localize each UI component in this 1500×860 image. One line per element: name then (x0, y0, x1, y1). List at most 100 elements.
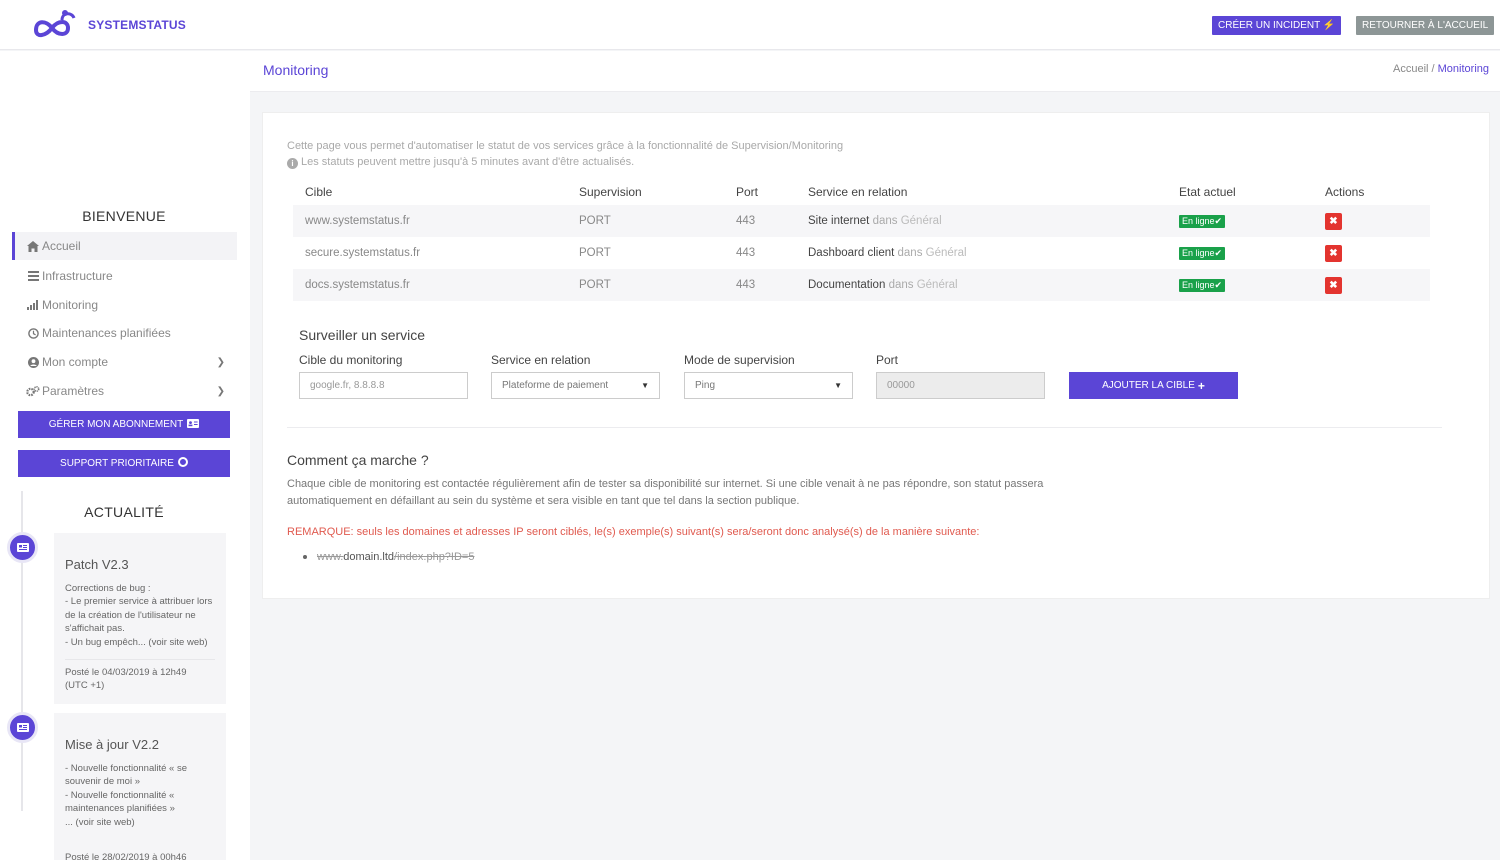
how-it-works-title: Comment ça marche ? (287, 452, 429, 468)
news-item-title: Mise à jour V2.2 (65, 737, 159, 752)
priority-support-button[interactable]: SUPPORT PRIORITAIRE (18, 450, 230, 477)
home-icon (26, 240, 40, 252)
intro-text: Cette page vous permet d'automatiser le … (287, 138, 843, 170)
caret-down-icon: ▼ (641, 381, 649, 390)
sidebar-item-label: Infrastructure (42, 269, 113, 283)
back-home-button[interactable]: RETOURNER À L'ACCUEIL (1356, 16, 1495, 35)
sidebar-item-infrastructure[interactable]: Infrastructure (12, 262, 237, 290)
page-title: Monitoring (263, 62, 329, 78)
close-icon: ✖ (1329, 247, 1338, 259)
check-icon: ✔ (1214, 279, 1223, 290)
table-row: secure.systemstatus.fr PORT 443 Dashboar… (293, 237, 1430, 269)
status-label: En ligne (1182, 215, 1215, 226)
status-label: En ligne (1182, 247, 1215, 258)
cell-service: Dashboard client dans Général (796, 237, 1167, 269)
service-category: Général (925, 247, 967, 259)
intro-line-2: Les statuts peuvent mettre jusqu'à 5 min… (301, 156, 635, 168)
newspaper-icon (16, 720, 29, 735)
breadcrumb: Accueil / Monitoring (1393, 63, 1489, 75)
cell-service: Documentation dans Général (796, 269, 1167, 301)
port-input-placeholder: 00000 (887, 380, 915, 391)
port-input[interactable]: 00000 (876, 372, 1045, 399)
create-incident-label: CRÉER UN INCIDENT (1218, 20, 1321, 31)
cell-status: En ligne ✔ (1167, 269, 1313, 301)
example-item: www. domain.ltd/index.php?ID=5 (303, 551, 474, 563)
sidebar-item-label: Mon compte (42, 355, 109, 369)
port-field-label: Port (876, 353, 899, 367)
back-home-label: RETOURNER À L'ACCUEIL (1362, 20, 1489, 31)
lifebuoy-icon (177, 457, 188, 470)
column-header-port: Port (736, 185, 759, 199)
signal-bars-icon (26, 300, 40, 310)
sidebar-item-mon-compte[interactable]: Mon compte ❯ (12, 348, 237, 376)
clock-icon (26, 327, 40, 339)
mode-select[interactable]: Ping ▼ (684, 372, 853, 399)
create-incident-button[interactable]: CRÉER UN INCIDENT ⚡ (1212, 16, 1342, 35)
welcome-title: BIENVENUE (82, 208, 166, 224)
column-header-target: Cible (305, 185, 333, 199)
add-target-form-title: Surveiller un service (299, 327, 426, 343)
how-it-works-text: Chaque cible de monitoring est contactée… (287, 478, 1044, 507)
sidebar-item-label: Accueil (42, 239, 81, 253)
cell-port: 443 (724, 269, 796, 301)
news-dot (7, 712, 38, 743)
top-bar: SYSTEMSTATUS CRÉER UN INCIDENT ⚡ RETOURN… (0, 0, 1500, 50)
sidebar-item-maintenances[interactable]: Maintenances planifiées (12, 319, 237, 347)
status-badge: En ligne ✔ (1179, 278, 1226, 292)
breadcrumb-home-link[interactable]: Accueil (1393, 63, 1428, 75)
news-card: Mise à jour V2.2 - Nouvelle fonctionnali… (54, 713, 226, 860)
cell-port: 443 (724, 205, 796, 237)
breadcrumb-separator: / (1428, 63, 1438, 75)
brand-name: SYSTEMSTATUS (88, 18, 186, 32)
server-icon (26, 271, 40, 281)
service-category: Général (900, 215, 942, 227)
check-icon: ✔ (1214, 247, 1223, 258)
cell-status: En ligne ✔ (1167, 237, 1313, 269)
service-field-label: Service en relation (491, 353, 591, 367)
remark-text: REMARQUE: seuls les domaines et adresses… (287, 526, 980, 538)
column-header-actions: Actions (1325, 185, 1365, 199)
close-icon: ✖ (1329, 279, 1338, 291)
delete-target-button[interactable]: ✖ (1325, 212, 1342, 230)
table-row: docs.systemstatus.fr PORT 443 Documentat… (293, 269, 1430, 301)
monitoring-card: Cette page vous permet d'automatiser le … (262, 112, 1490, 599)
target-input[interactable]: google.fr, 8.8.8.8 (299, 372, 468, 399)
mode-select-value: Ping (695, 380, 716, 391)
table-header-row: Cible Supervision Port Service en relati… (293, 179, 1430, 205)
add-target-button[interactable]: AJOUTER LA CIBLE + (1069, 372, 1238, 399)
cell-target: docs.systemstatus.fr (293, 269, 567, 301)
add-target-label: AJOUTER LA CIBLE (1102, 380, 1195, 391)
bullet-icon (303, 555, 307, 559)
sidebar-item-parametres[interactable]: Paramètres ❯ (12, 377, 237, 405)
sidebar-item-accueil[interactable]: Accueil (12, 232, 237, 260)
chevron-right-icon: ❯ (216, 385, 225, 397)
delete-target-button[interactable]: ✖ (1325, 244, 1342, 262)
gears-icon (26, 385, 40, 397)
example-domain: domain.ltd (343, 551, 395, 563)
target-field-label: Cible du monitoring (299, 353, 403, 367)
info-icon: i (287, 158, 298, 169)
column-header-service: Service en relation (808, 185, 908, 199)
column-header-supervision: Supervision (579, 185, 642, 199)
status-label: En ligne (1182, 279, 1215, 290)
service-select[interactable]: Plateforme de paiement ▼ (491, 372, 660, 399)
service-category: Général (916, 279, 958, 291)
cell-actions: ✖ (1313, 269, 1430, 301)
cell-status: En ligne ✔ (1167, 205, 1313, 237)
close-icon: ✖ (1329, 215, 1338, 227)
intro-line-1: Cette page vous permet d'automatiser le … (287, 140, 844, 152)
logo-mark-icon (33, 10, 76, 37)
delete-target-button[interactable]: ✖ (1325, 276, 1342, 294)
chevron-right-icon: ❯ (216, 356, 225, 368)
sidebar-item-monitoring[interactable]: Monitoring (12, 291, 237, 319)
service-in-word: dans (872, 215, 898, 227)
news-dot (7, 532, 38, 563)
news-item-title: Patch V2.3 (65, 557, 129, 572)
service-name: Documentation (808, 279, 886, 291)
cell-supervision: PORT (567, 205, 724, 237)
monitoring-targets-table: Cible Supervision Port Service en relati… (293, 179, 1430, 301)
logo[interactable]: SYSTEMSTATUS (32, 6, 186, 44)
service-in-word: dans (897, 247, 923, 259)
mode-field-label: Mode de supervision (684, 353, 795, 367)
manage-subscription-button[interactable]: GÉRER MON ABONNEMENT (18, 411, 230, 438)
